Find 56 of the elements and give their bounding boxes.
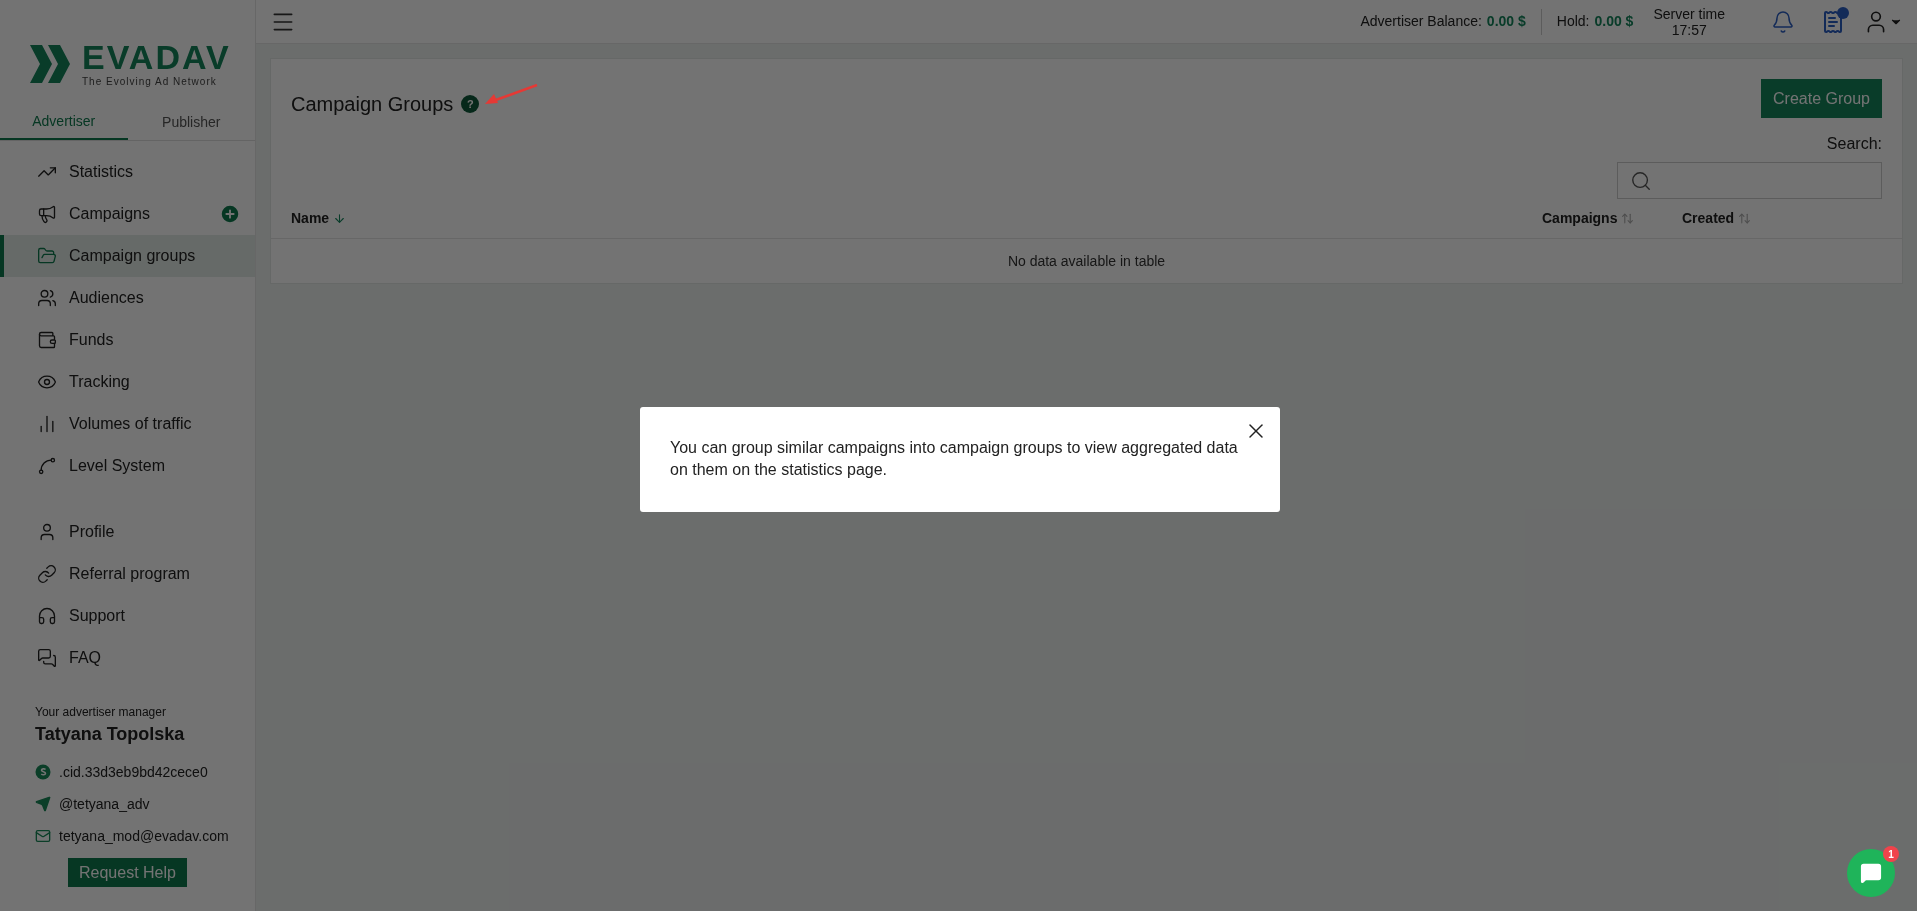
manager-caption: Your advertiser manager (35, 704, 167, 721)
mail-icon (35, 828, 51, 844)
chat-badge: 1 (1883, 846, 1899, 862)
logo-tagline: The Evolving Ad Network (82, 74, 218, 89)
contact-text: .cid.33d3eb9bd42cece0 (59, 762, 208, 782)
add-icon[interactable] (219, 203, 241, 225)
create-group-button[interactable]: Create Group (1761, 79, 1882, 118)
nav-item[interactable]: Audiences (0, 277, 255, 319)
column-header[interactable]: Name (291, 208, 1542, 229)
help-icon[interactable]: ? (461, 95, 480, 113)
link-icon (37, 564, 57, 584)
column-header[interactable]: Created (1682, 208, 1882, 229)
document-icon[interactable] (1821, 9, 1845, 34)
nav-item[interactable]: Volumes of traffic (0, 403, 255, 445)
hold-label: Hold: (1556, 12, 1590, 31)
skype-icon (35, 764, 51, 780)
dialog-text: You can group similar campaigns into campaign groups to view aggregated data on them on the statistics page. (670, 438, 1239, 480)
balance-value: 0.00 $ (1486, 12, 1526, 31)
search-icon (1630, 169, 1652, 192)
server-time-value: 17:57 (1671, 21, 1707, 38)
wallet-icon (37, 330, 57, 350)
search-field[interactable] (1617, 162, 1882, 199)
send-icon (35, 796, 51, 812)
chat-bubbles-icon (37, 648, 57, 668)
server-time-label: Server time (1653, 5, 1725, 22)
contact-text: @tetyana_adv (59, 794, 150, 814)
column-header[interactable]: Campaigns (1542, 208, 1682, 229)
search-label: Search: (1826, 134, 1882, 154)
nav-item[interactable]: Referral program (0, 553, 255, 595)
nav-item[interactable]: Campaigns (0, 193, 255, 235)
empty-table-text: No data available in table (1007, 251, 1166, 271)
nav-item[interactable]: Statistics (0, 151, 255, 193)
nav-item[interactable]: Tracking (0, 361, 255, 403)
page-title: Campaign Groups (291, 92, 454, 117)
contact-text: tetyana_mod@evadav.com (59, 826, 229, 846)
folder-icon (37, 246, 57, 266)
nav-item[interactable]: Funds (0, 319, 255, 361)
megaphone-icon (37, 204, 57, 224)
line-graph-icon (37, 456, 57, 476)
role-tab[interactable]: Publisher (127, 104, 255, 140)
logo-wordmark: EVADAV (82, 39, 231, 74)
nav-item[interactable]: Profile (0, 511, 255, 553)
request-help-button[interactable]: Request Help (68, 858, 187, 887)
balance-label: Advertiser Balance: (1360, 12, 1482, 31)
manager-name: Tatyana Topolska (35, 723, 186, 746)
users-icon (37, 288, 57, 308)
nav-item[interactable]: FAQ (0, 637, 255, 679)
bell-icon[interactable] (1771, 9, 1795, 34)
nav-item[interactable]: Campaign groups (0, 235, 255, 277)
nav-item[interactable]: Level System (0, 445, 255, 487)
headset-icon (37, 606, 57, 626)
role-tab[interactable]: Advertiser (0, 104, 128, 140)
chat-icon (1860, 862, 1882, 884)
nav-item[interactable]: Support (0, 595, 255, 637)
hold-value: 0.00 $ (1594, 12, 1634, 31)
arrow-drawing (483, 84, 540, 106)
